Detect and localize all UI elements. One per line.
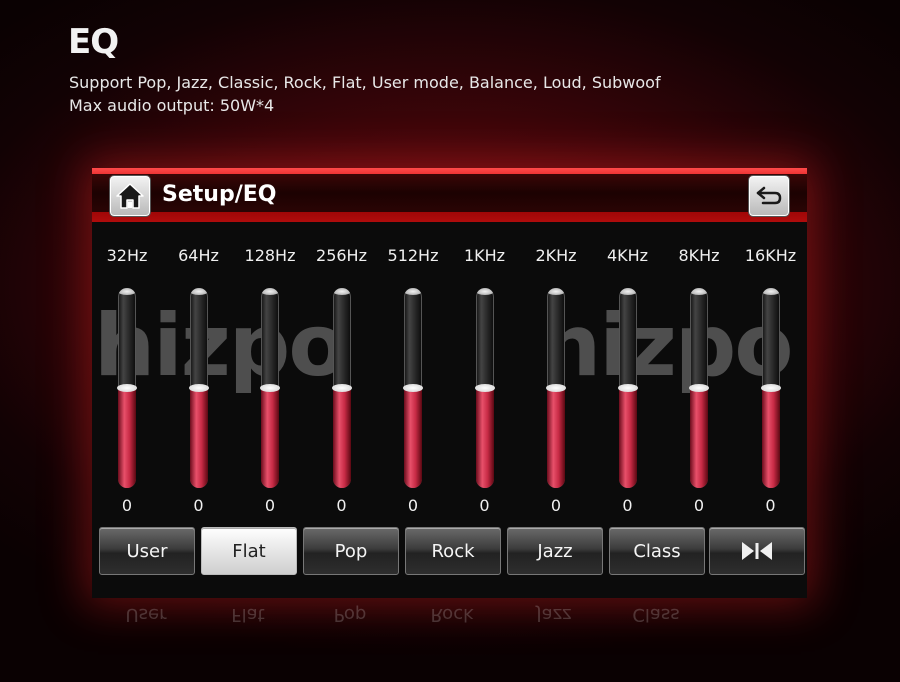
band-frequency-label: 512Hz — [387, 246, 439, 265]
band-value: 0 — [407, 496, 419, 515]
slider-knob[interactable] — [474, 384, 495, 392]
band-slider[interactable] — [188, 288, 209, 488]
balance-button[interactable] — [709, 527, 805, 575]
slider-knob[interactable] — [331, 384, 352, 392]
home-icon — [116, 183, 144, 209]
slider-knob[interactable] — [188, 384, 209, 392]
preset-reflection: Pop — [333, 604, 367, 625]
button-reflection: User Flat Pop Rock Jazz Class — [100, 604, 805, 644]
home-button[interactable] — [109, 175, 151, 217]
slider-knob[interactable] — [260, 384, 280, 392]
balance-fader-icon — [742, 542, 772, 560]
band-frequency-label: 4KHz — [606, 246, 649, 265]
band-slider[interactable] — [546, 288, 566, 488]
band-frequency-label: 8KHz — [678, 246, 720, 265]
title-bar: Setup/EQ — [92, 168, 807, 222]
preset-flat-button[interactable]: Flat — [201, 527, 297, 575]
band-frequency-label: 128Hz — [244, 246, 296, 265]
return-arrow-icon — [756, 186, 782, 205]
band-value: 0 — [336, 496, 347, 515]
band-frequency-label: 2KHz — [535, 246, 577, 265]
band-value: 0 — [693, 496, 705, 515]
band-frequency-label: 32Hz — [106, 246, 148, 265]
band-slider[interactable] — [760, 288, 781, 488]
slider-knob[interactable] — [403, 384, 423, 392]
band-frequency-label: 64Hz — [178, 246, 219, 265]
slider-knob[interactable] — [760, 384, 781, 392]
preset-reflection: Class — [632, 604, 680, 625]
preset-reflection: User — [125, 604, 167, 625]
band-slider[interactable] — [403, 288, 423, 488]
band-value: 0 — [121, 496, 133, 515]
slider-knob[interactable] — [689, 384, 709, 392]
band-value: 0 — [765, 496, 776, 515]
slider-knob[interactable] — [546, 384, 566, 392]
preset-pop-button[interactable]: Pop — [303, 527, 399, 575]
band-slider[interactable] — [260, 288, 280, 488]
promo-title: EQ — [68, 22, 119, 62]
screen-title: Setup/EQ — [162, 182, 277, 207]
band-slider[interactable] — [617, 288, 638, 488]
band-value: 0 — [550, 496, 562, 515]
watermark: hizpo — [540, 296, 793, 396]
preset-reflection: Rock — [430, 604, 474, 625]
preset-reflection: Jazz — [536, 604, 572, 625]
band-value: 0 — [479, 496, 490, 515]
preset-reflection: Flat — [231, 604, 265, 625]
preset-jazz-button[interactable]: Jazz — [507, 527, 603, 575]
promo-features: Support Pop, Jazz, Classic, Rock, Flat, … — [69, 73, 661, 92]
band-value: 0 — [264, 496, 276, 515]
slider-knob[interactable] — [117, 384, 137, 392]
band-frequency-label: 256Hz — [316, 246, 367, 265]
back-button[interactable] — [748, 175, 790, 217]
band-slider[interactable] — [474, 288, 495, 488]
preset-user-button[interactable]: User — [99, 527, 195, 575]
preset-rock-button[interactable]: Rock — [405, 527, 501, 575]
eq-screen: Setup/EQ hizpo hizpo 32Hz 0 64Hz 0 128Hz 0 256… — [92, 168, 807, 598]
band-frequency-label: 16KHz — [744, 246, 797, 265]
band-slider[interactable] — [689, 288, 709, 488]
band-value: 0 — [193, 496, 204, 515]
band-slider[interactable] — [117, 288, 137, 488]
band-value: 0 — [622, 496, 633, 515]
promo-output: Max audio output: 50W*4 — [69, 96, 275, 115]
preset-class-button[interactable]: Class — [609, 527, 705, 575]
slider-knob[interactable] — [617, 384, 638, 392]
band-slider[interactable] — [331, 288, 352, 488]
band-frequency-label: 1KHz — [463, 246, 506, 265]
